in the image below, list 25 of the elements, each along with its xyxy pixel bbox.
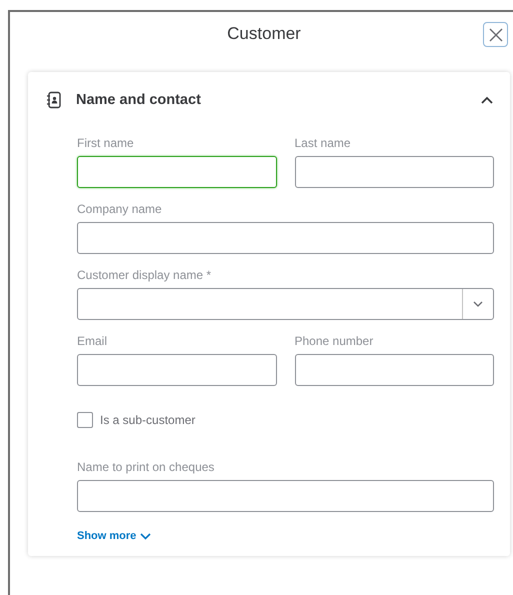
close-button[interactable] — [483, 22, 508, 47]
input-field[interactable] — [294, 156, 494, 188]
checkbox[interactable] — [77, 412, 93, 428]
field-label: Name to print on cheques — [77, 460, 216, 474]
contact-book-icon — [46, 91, 62, 109]
input-field[interactable] — [294, 354, 494, 386]
section-title: Name and contact — [76, 92, 202, 108]
field-label: Last name — [294, 136, 352, 150]
input-field[interactable] — [77, 222, 494, 254]
close-icon — [488, 26, 504, 42]
window-title: Customer — [227, 24, 301, 44]
input-field[interactable] — [77, 156, 276, 188]
chevron-down-icon — [473, 301, 483, 307]
field-label: Company name — [77, 202, 163, 216]
chevron-down-icon — [140, 532, 152, 540]
field-label: Email — [77, 334, 108, 348]
field-label: Phone number — [294, 334, 374, 348]
input-field[interactable] — [77, 480, 494, 512]
show-more-link[interactable]: Show more — [77, 530, 152, 542]
field-label: Customer display name * — [77, 268, 212, 282]
chevron-icon — [480, 96, 494, 104]
dropdown-field[interactable] — [77, 288, 494, 320]
checkbox-label: Is a sub-customer — [100, 413, 196, 427]
field-label: First name — [77, 136, 135, 150]
input-field[interactable] — [77, 354, 276, 386]
